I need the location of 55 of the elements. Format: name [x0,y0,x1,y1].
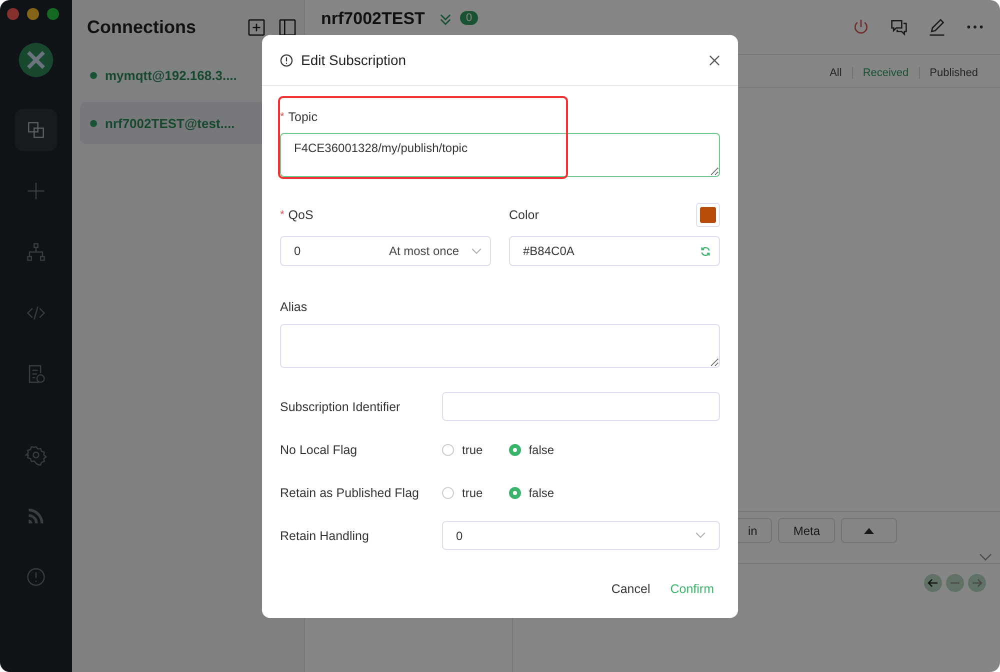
new-connection-icon[interactable] [248,18,265,36]
connection-title: nrf7002TEST [321,9,425,29]
arrow-right-icon[interactable] [968,574,986,592]
cancel-button[interactable]: Cancel [605,576,656,602]
field-label: Retain Handling [280,528,370,542]
color-input[interactable]: #B84C0A [509,236,720,266]
chat-icon[interactable] [890,18,908,36]
edit-icon[interactable] [928,18,946,36]
message-filter-tab[interactable]: Published [918,67,988,79]
info-icon [25,566,47,588]
color-picker-button[interactable] [696,203,720,227]
field-label: No Local Flag [280,442,358,456]
chevron-down-icon [695,532,706,539]
radio-option[interactable]: false [508,442,554,456]
collapse-button[interactable] [841,518,898,543]
overlapping-squares-icon [25,119,47,141]
close-icon[interactable] [709,54,720,66]
radio-option[interactable]: false [508,486,554,500]
message-filter-tab[interactable]: All [820,67,852,79]
triangle-up-icon [864,526,874,534]
radio-option[interactable]: true [442,442,483,456]
minimize-window-button[interactable] [27,8,39,20]
minus-icon[interactable] [946,574,964,592]
message-count-badge: 0 [460,11,478,25]
close-window-button[interactable] [7,8,19,20]
app-logo-icon [17,41,55,79]
layout-toggle-icon[interactable] [279,18,296,36]
alias-label: Alias [280,300,308,314]
required-mark: * [280,209,284,221]
chevron-down-icon[interactable] [979,553,992,561]
radio-option[interactable]: true [442,486,483,500]
field-label: Subscription Identifier [280,400,402,414]
color-label: Color [509,208,539,222]
subscription-identifier-input[interactable] [442,392,720,421]
refresh-icon[interactable] [700,246,711,256]
power-icon[interactable] [852,18,870,36]
topic-input[interactable]: F4CE36001328/my/publish/topic [280,133,720,177]
field-label: Retain as Published Flag [280,486,420,500]
payload-option-button[interactable]: Meta [778,518,836,543]
info-icon [280,54,293,66]
qos-select[interactable]: 0 At most once [280,236,491,266]
chevron-down-icon [471,248,482,254]
chevron-down-icon[interactable] [438,13,452,26]
arrow-left-icon[interactable] [924,574,942,592]
retain-handling-select[interactable]: 0 [442,521,720,550]
settings-icon [25,444,47,466]
hierarchy-icon [25,241,47,263]
qos-label: QoS [288,208,314,222]
dialog-title: Edit Subscription [301,52,406,68]
connections-nav-button[interactable] [15,109,57,151]
zoom-window-button[interactable] [47,8,59,20]
connections-title: Connections [87,16,198,38]
alias-input[interactable] [280,324,720,368]
plus-icon [25,180,47,202]
required-mark: * [280,111,284,123]
